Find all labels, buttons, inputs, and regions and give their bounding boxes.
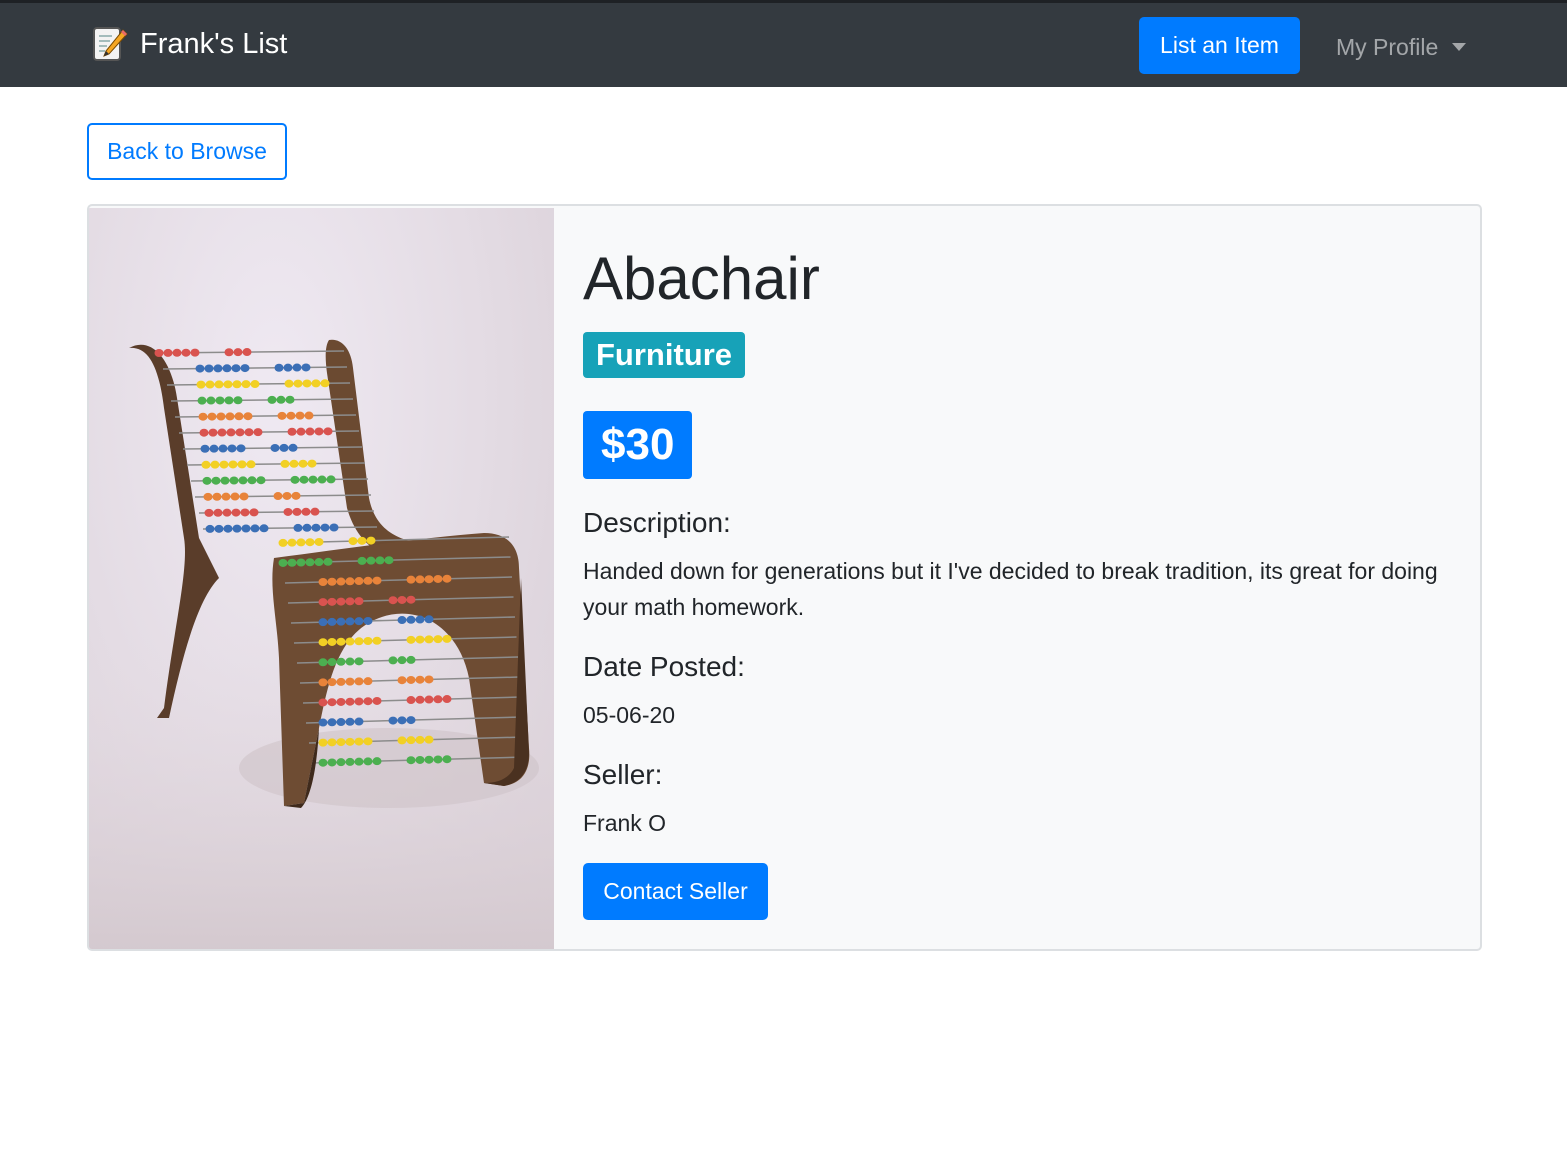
listing-title: Abachair [583, 245, 820, 312]
price-badge: $30 [583, 411, 693, 479]
list-item-button[interactable]: List an Item [1139, 17, 1300, 74]
description-label: Description: [583, 507, 731, 538]
category-badge: Furniture [583, 332, 746, 378]
date-posted-label: Date Posted: [583, 651, 745, 682]
caret-down-icon [1452, 43, 1467, 51]
abacus-chair-illustration [89, 339, 554, 949]
listing-card: Abachair Furniture $30 Description: Hand… [87, 204, 1482, 951]
profile-label: My Profile [1336, 33, 1439, 60]
listing-image [89, 208, 554, 949]
description-text: Handed down for generations but it I've … [583, 558, 1438, 620]
top-navbar: Frank's List List an Item My Profile [0, 0, 1567, 87]
seller-name: Frank O [583, 810, 667, 836]
profile-dropdown[interactable]: My Profile [1336, 27, 1467, 67]
brand-name: Frank's List [140, 28, 288, 60]
date-posted-value: 05-06-20 [583, 702, 676, 728]
back-to-browse-button[interactable]: Back to Browse [87, 123, 287, 180]
memo-pencil-icon [93, 27, 128, 61]
brand-link[interactable]: Frank's List [92, 24, 287, 64]
contact-seller-button[interactable]: Contact Seller [583, 863, 768, 920]
seller-label: Seller: [583, 759, 663, 790]
